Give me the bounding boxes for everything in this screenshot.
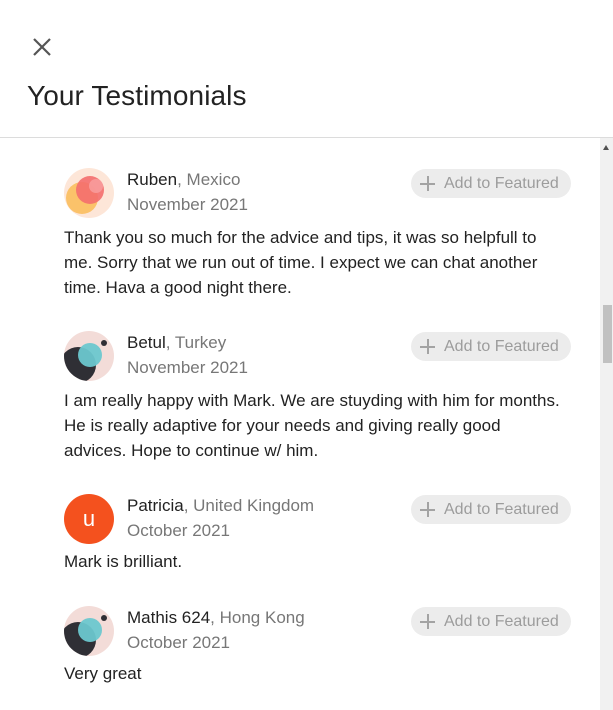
avatar [64,168,114,218]
testimonial-text: I am really happy with Mark. We are stuy… [64,391,560,460]
scrollbar-thumb[interactable] [603,305,612,363]
close-button[interactable] [30,35,54,59]
scroll-up-arrow-icon[interactable] [603,145,609,150]
testimonial-date: October 2021 [127,633,231,652]
add-to-featured-label: Add to Featured [444,612,559,630]
plus-icon [420,502,435,517]
testimonial-text: Mark is brilliant. [64,552,183,571]
author-name: Betul [127,333,166,352]
author-line: Mathis 624, Hong Kong [127,608,305,628]
add-to-featured-button[interactable]: Add to Featured [411,169,571,198]
modal-header: Your Testimonials [0,0,613,138]
testimonial-date: November 2021 [127,195,248,214]
add-to-featured-button[interactable]: Add to Featured [411,495,571,524]
testimonial-text: Thank you so much for the advice and tip… [64,228,538,297]
author-country: , Hong Kong [210,608,305,627]
add-to-featured-button[interactable]: Add to Featured [411,332,571,361]
author-line: Patricia, United Kingdom [127,496,314,516]
author-line: Ruben, Mexico [127,170,240,190]
testimonial-date: October 2021 [127,521,231,540]
author-line: Betul, Turkey [127,333,226,353]
add-to-featured-label: Add to Featured [444,174,559,192]
testimonials-list[interactable]: Ruben, Mexico November 2021 Add to Featu… [0,138,600,710]
author-country: , Turkey [165,333,227,352]
testimonial-date: November 2021 [127,358,248,377]
add-to-featured-button[interactable]: Add to Featured [411,607,571,636]
plus-icon [420,339,435,354]
plus-icon [420,176,435,191]
plus-icon [420,614,435,629]
author-name: Mathis 624 [127,608,211,627]
close-icon [33,38,51,56]
avatar [64,331,114,381]
testimonial-text: Very great [64,664,142,683]
author-country: , United Kingdom [183,496,315,515]
avatar [64,606,114,656]
add-to-featured-label: Add to Featured [444,500,559,518]
page-title: Your Testimonials [27,80,247,111]
vertical-scrollbar[interactable] [600,138,613,710]
avatar: u [64,494,114,544]
author-country: , Mexico [177,170,241,189]
author-name: Ruben [127,170,178,189]
add-to-featured-label: Add to Featured [444,337,559,355]
author-name: Patricia [127,496,184,515]
